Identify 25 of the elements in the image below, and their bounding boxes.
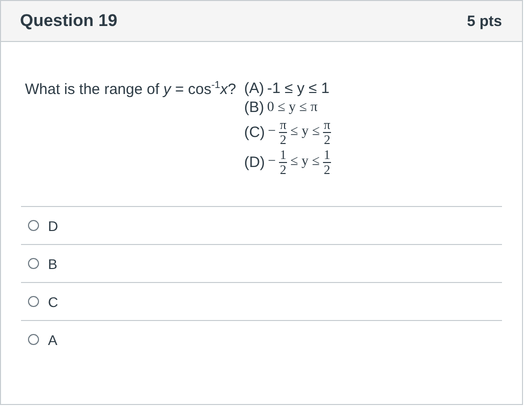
fraction: 1 2 <box>322 148 332 177</box>
fraction: π 2 <box>322 118 332 146</box>
radio-button[interactable] <box>28 334 39 345</box>
math-expression: − <box>268 124 276 140</box>
question-text: What is the range of y = cos$^{-1}$x? <box>25 80 236 98</box>
choice-label: (C) <box>244 124 265 141</box>
fraction: 1 2 <box>278 148 288 177</box>
choice-label: (A) <box>244 80 264 97</box>
radio-button[interactable] <box>28 296 39 307</box>
math-expression: ≤ y ≤ <box>290 124 320 140</box>
radio-button[interactable] <box>28 220 39 231</box>
answer-label[interactable]: C <box>48 294 58 310</box>
points-label: 5 pts <box>466 12 502 30</box>
radio-button[interactable] <box>28 258 39 269</box>
fraction: π 2 <box>278 118 288 146</box>
answer-label[interactable]: B <box>48 256 58 272</box>
math-expression: 0 ≤ y ≤ π <box>267 100 318 116</box>
choice-label: (B) <box>244 99 264 116</box>
question-title: Question 19 <box>20 11 118 31</box>
answer-label[interactable]: A <box>48 332 58 348</box>
answer-label[interactable]: D <box>48 218 58 234</box>
math-expression: − <box>268 154 276 170</box>
choice-label: (D) <box>244 154 265 171</box>
math-expression: ≤ y ≤ <box>290 154 320 170</box>
choice-text: -1 ≤ y ≤ 1 <box>267 80 330 97</box>
